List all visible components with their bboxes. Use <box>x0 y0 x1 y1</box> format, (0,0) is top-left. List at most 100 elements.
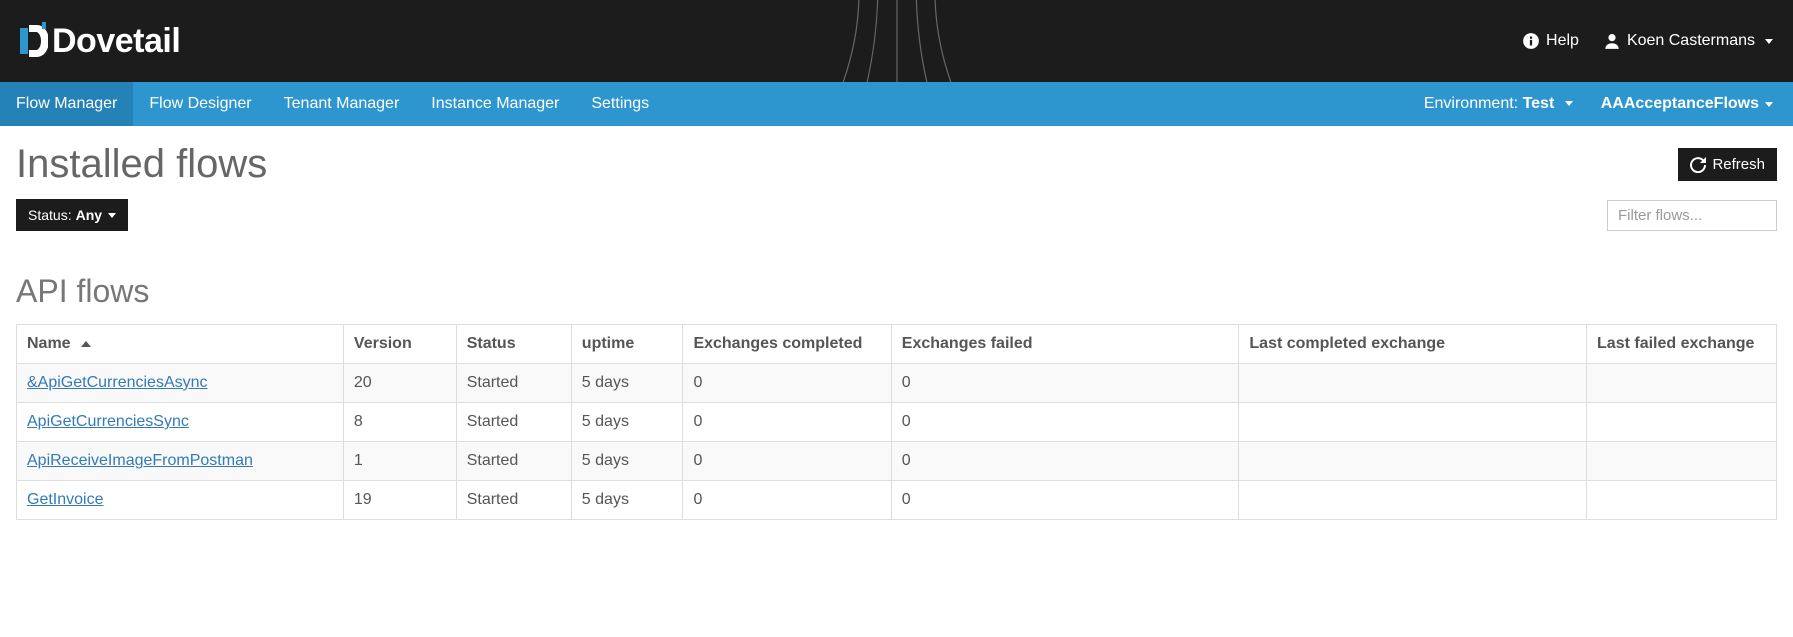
cell-last-completed-exchange <box>1239 364 1587 403</box>
flow-link[interactable]: &ApiGetCurrenciesAsync <box>27 374 208 391</box>
table-row: &ApiGetCurrenciesAsync20Started5 days00 <box>17 364 1777 403</box>
environment-selector[interactable]: Environment: Test <box>1424 95 1573 113</box>
page-content: Installed flows Refresh Status: Any API … <box>0 126 1793 550</box>
page-header-row: Installed flows Refresh <box>16 142 1777 195</box>
main-nav-left: Flow Manager Flow Designer Tenant Manage… <box>0 82 665 126</box>
cell-uptime: 5 days <box>571 481 683 520</box>
chevron-down-icon <box>1765 102 1773 107</box>
cell-uptime: 5 days <box>571 403 683 442</box>
cell-last-completed-exchange <box>1239 403 1587 442</box>
table-row: ApiGetCurrenciesSync8Started5 days00 <box>17 403 1777 442</box>
tenant-name: AAAcceptanceFlows <box>1601 95 1759 113</box>
cell-status: Started <box>456 364 571 403</box>
nav-label: Settings <box>591 95 649 113</box>
page-title: Installed flows <box>16 142 267 187</box>
cell-version: 20 <box>343 364 456 403</box>
nav-label: Flow Manager <box>16 95 117 113</box>
chevron-down-icon <box>1765 39 1773 44</box>
nav-item-flow-designer[interactable]: Flow Designer <box>133 82 267 126</box>
cell-uptime: 5 days <box>571 364 683 403</box>
cell-last-failed-exchange <box>1587 442 1777 481</box>
header-decoration <box>747 0 1047 82</box>
col-header-uptime[interactable]: uptime <box>571 325 683 364</box>
cell-exchanges-completed: 0 <box>683 364 891 403</box>
col-header-exchanges-failed[interactable]: Exchanges failed <box>891 325 1239 364</box>
table-row: ApiReceiveImageFromPostman1Started5 days… <box>17 442 1777 481</box>
col-header-label: Version <box>354 335 412 352</box>
col-header-name[interactable]: Name <box>17 325 344 364</box>
environment-label: Environment: <box>1424 95 1518 112</box>
user-menu[interactable]: Koen Castermans <box>1603 32 1773 50</box>
brand-name: Dovetail <box>52 22 180 61</box>
topbar-right: Help Koen Castermans <box>1522 32 1773 50</box>
flow-link[interactable]: ApiGetCurrenciesSync <box>27 413 189 430</box>
cell-uptime: 5 days <box>571 442 683 481</box>
help-link[interactable]: Help <box>1522 32 1579 50</box>
section-title: API flows <box>16 273 1777 310</box>
nav-item-tenant-manager[interactable]: Tenant Manager <box>268 82 416 126</box>
nav-item-instance-manager[interactable]: Instance Manager <box>415 82 575 126</box>
cell-last-completed-exchange <box>1239 442 1587 481</box>
col-header-label: Status <box>467 335 516 352</box>
col-header-label: Exchanges completed <box>693 335 862 352</box>
cell-last-failed-exchange <box>1587 481 1777 520</box>
cell-name: &ApiGetCurrenciesAsync <box>17 364 344 403</box>
col-header-status[interactable]: Status <box>456 325 571 364</box>
col-header-exchanges-completed[interactable]: Exchanges completed <box>683 325 891 364</box>
flow-link[interactable]: GetInvoice <box>27 491 103 508</box>
cell-exchanges-failed: 0 <box>891 481 1239 520</box>
cell-name: ApiReceiveImageFromPostman <box>17 442 344 481</box>
sort-asc-icon <box>81 341 91 347</box>
brand-logo[interactable]: Dovetail <box>20 22 180 61</box>
status-filter-label: Status: <box>28 207 72 223</box>
cell-version: 8 <box>343 403 456 442</box>
cell-status: Started <box>456 442 571 481</box>
cell-exchanges-failed: 0 <box>891 403 1239 442</box>
table-row: GetInvoice19Started5 days00 <box>17 481 1777 520</box>
cell-last-failed-exchange <box>1587 403 1777 442</box>
refresh-icon <box>1690 157 1706 173</box>
col-header-label: Name <box>27 335 71 352</box>
info-icon <box>1522 32 1540 50</box>
col-header-last-failed-exchange[interactable]: Last failed exchange <box>1587 325 1777 364</box>
chevron-down-icon <box>1565 101 1573 106</box>
filter-row: Status: Any <box>16 199 1777 231</box>
refresh-button[interactable]: Refresh <box>1678 148 1777 181</box>
col-header-label: Exchanges failed <box>902 335 1033 352</box>
cell-exchanges-completed: 0 <box>683 481 891 520</box>
col-header-last-completed-exchange[interactable]: Last completed exchange <box>1239 325 1587 364</box>
col-header-version[interactable]: Version <box>343 325 456 364</box>
topbar: Dovetail Help Koen Castermans <box>0 0 1793 82</box>
chevron-down-icon <box>108 213 116 218</box>
filter-flows-input[interactable] <box>1607 200 1777 231</box>
col-header-label: Last completed exchange <box>1249 335 1445 352</box>
main-nav: Flow Manager Flow Designer Tenant Manage… <box>0 82 1793 126</box>
cell-exchanges-failed: 0 <box>891 364 1239 403</box>
help-label: Help <box>1546 32 1579 50</box>
nav-label: Tenant Manager <box>284 95 400 113</box>
cell-name: ApiGetCurrenciesSync <box>17 403 344 442</box>
flow-link[interactable]: ApiReceiveImageFromPostman <box>27 452 253 469</box>
flows-table: Name Version Status uptime Exchanges com… <box>16 324 1777 520</box>
brand-logo-mark <box>20 22 48 60</box>
col-header-label: Last failed exchange <box>1597 335 1754 352</box>
cell-last-failed-exchange <box>1587 364 1777 403</box>
user-icon <box>1603 32 1621 50</box>
nav-label: Instance Manager <box>431 95 559 113</box>
tenant-selector[interactable]: AAAcceptanceFlows <box>1601 95 1773 113</box>
col-header-label: uptime <box>582 335 634 352</box>
status-filter-value: Any <box>76 207 102 223</box>
cell-version: 19 <box>343 481 456 520</box>
nav-item-settings[interactable]: Settings <box>575 82 665 126</box>
main-nav-right: Environment: Test AAAcceptanceFlows <box>1424 82 1773 126</box>
cell-exchanges-completed: 0 <box>683 442 891 481</box>
nav-label: Flow Designer <box>149 95 251 113</box>
nav-item-flow-manager[interactable]: Flow Manager <box>0 82 133 126</box>
refresh-label: Refresh <box>1712 156 1765 173</box>
status-filter[interactable]: Status: Any <box>16 199 128 231</box>
cell-status: Started <box>456 403 571 442</box>
cell-exchanges-failed: 0 <box>891 442 1239 481</box>
table-header-row: Name Version Status uptime Exchanges com… <box>17 325 1777 364</box>
cell-status: Started <box>456 481 571 520</box>
cell-last-completed-exchange <box>1239 481 1587 520</box>
